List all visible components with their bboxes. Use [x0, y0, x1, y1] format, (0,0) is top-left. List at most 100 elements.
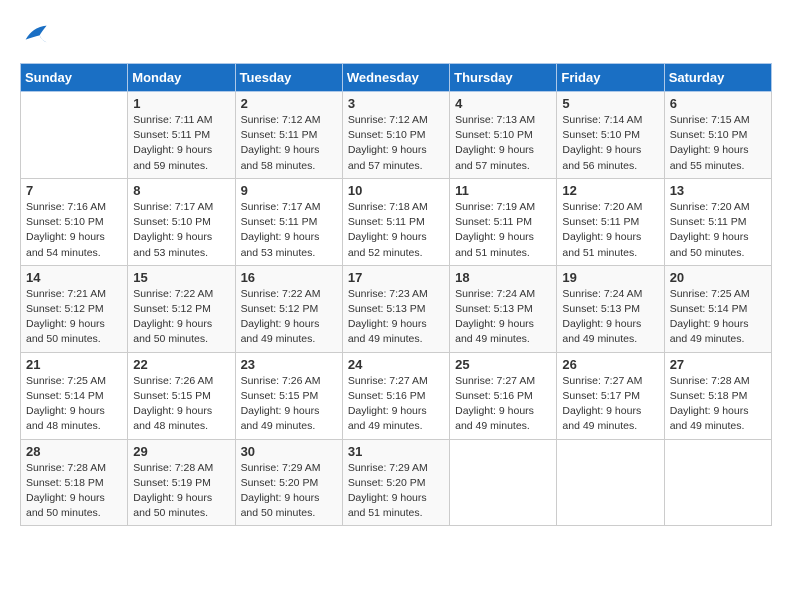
day-number: 15 [133, 270, 229, 285]
calendar-cell [557, 439, 664, 526]
calendar-cell: 28 Sunrise: 7:28 AMSunset: 5:18 PMDayligh… [21, 439, 128, 526]
page-header [20, 20, 772, 53]
day-number: 26 [562, 357, 658, 372]
weekday-header: Friday [557, 64, 664, 92]
day-number: 27 [670, 357, 766, 372]
calendar-cell: 5 Sunrise: 7:14 AMSunset: 5:10 PMDaylight… [557, 92, 664, 179]
weekday-header: Tuesday [235, 64, 342, 92]
weekday-header: Wednesday [342, 64, 449, 92]
day-info: Sunrise: 7:13 AMSunset: 5:10 PMDaylight:… [455, 113, 551, 174]
calendar-cell: 7 Sunrise: 7:16 AMSunset: 5:10 PMDaylight… [21, 178, 128, 265]
day-info: Sunrise: 7:24 AMSunset: 5:13 PMDaylight:… [562, 287, 658, 348]
calendar-cell: 13 Sunrise: 7:20 AMSunset: 5:11 PMDayligh… [664, 178, 771, 265]
day-info: Sunrise: 7:16 AMSunset: 5:10 PMDaylight:… [26, 200, 122, 261]
calendar-cell: 24Sunrise: 7:27 AMSunset: 5:16 PMDayligh… [342, 352, 449, 439]
logo-icon [20, 20, 48, 53]
day-number: 7 [26, 183, 122, 198]
day-number: 23 [241, 357, 337, 372]
day-info: Sunrise: 7:27 AMSunset: 5:16 PMDaylight:… [455, 374, 551, 435]
day-info: Sunrise: 7:29 AMSunset: 5:20 PMDaylight:… [348, 461, 444, 522]
day-number: 18 [455, 270, 551, 285]
calendar-cell: 31Sunrise: 7:29 AMSunset: 5:20 PMDayligh… [342, 439, 449, 526]
logo [20, 20, 52, 53]
day-info: Sunrise: 7:28 AMSunset: 5:19 PMDaylight:… [133, 461, 229, 522]
day-info: Sunrise: 7:24 AMSunset: 5:13 PMDaylight:… [455, 287, 551, 348]
day-number: 11 [455, 183, 551, 198]
day-number: 4 [455, 96, 551, 111]
day-number: 19 [562, 270, 658, 285]
day-info: Sunrise: 7:27 AMSunset: 5:16 PMDaylight:… [348, 374, 444, 435]
day-info: Sunrise: 7:22 AMSunset: 5:12 PMDaylight:… [133, 287, 229, 348]
day-number: 5 [562, 96, 658, 111]
day-number: 22 [133, 357, 229, 372]
day-info: Sunrise: 7:17 AMSunset: 5:11 PMDaylight:… [241, 200, 337, 261]
day-info: Sunrise: 7:25 AMSunset: 5:14 PMDaylight:… [26, 374, 122, 435]
calendar-header: SundayMondayTuesdayWednesdayThursdayFrid… [21, 64, 772, 92]
day-number: 9 [241, 183, 337, 198]
day-info: Sunrise: 7:15 AMSunset: 5:10 PMDaylight:… [670, 113, 766, 174]
calendar-cell: 23 Sunrise: 7:26 AMSunset: 5:15 PMDayligh… [235, 352, 342, 439]
calendar-cell: 10Sunrise: 7:18 AMSunset: 5:11 PMDayligh… [342, 178, 449, 265]
calendar-cell: 8Sunrise: 7:17 AMSunset: 5:10 PMDaylight… [128, 178, 235, 265]
day-info: Sunrise: 7:28 AMSunset: 5:18 PMDaylight:… [26, 461, 122, 522]
day-number: 29 [133, 444, 229, 459]
calendar-table: SundayMondayTuesdayWednesdayThursdayFrid… [20, 63, 772, 526]
day-number: 28 [26, 444, 122, 459]
calendar-cell: 12 Sunrise: 7:20 AMSunset: 5:11 PMDayligh… [557, 178, 664, 265]
calendar-cell: 1 Sunrise: 7:11 AMSunset: 5:11 PMDaylight… [128, 92, 235, 179]
day-info: Sunrise: 7:26 AMSunset: 5:15 PMDaylight:… [133, 374, 229, 435]
calendar-cell: 4 Sunrise: 7:13 AMSunset: 5:10 PMDaylight… [450, 92, 557, 179]
calendar-cell: 3 Sunrise: 7:12 AMSunset: 5:10 PMDaylight… [342, 92, 449, 179]
day-number: 14 [26, 270, 122, 285]
calendar-cell: 22 Sunrise: 7:26 AMSunset: 5:15 PMDayligh… [128, 352, 235, 439]
day-info: Sunrise: 7:22 AMSunset: 5:12 PMDaylight:… [241, 287, 337, 348]
calendar-cell: 6 Sunrise: 7:15 AMSunset: 5:10 PMDaylight… [664, 92, 771, 179]
day-number: 21 [26, 357, 122, 372]
calendar-cell: 27 Sunrise: 7:28 AMSunset: 5:18 PMDayligh… [664, 352, 771, 439]
calendar-cell: 11 Sunrise: 7:19 AMSunset: 5:11 PMDayligh… [450, 178, 557, 265]
weekday-header: Sunday [21, 64, 128, 92]
day-number: 1 [133, 96, 229, 111]
calendar-cell: 16 Sunrise: 7:22 AMSunset: 5:12 PMDayligh… [235, 265, 342, 352]
day-info: Sunrise: 7:20 AMSunset: 5:11 PMDaylight:… [670, 200, 766, 261]
calendar-cell: 2 Sunrise: 7:12 AMSunset: 5:11 PMDaylight… [235, 92, 342, 179]
day-info: Sunrise: 7:23 AMSunset: 5:13 PMDaylight:… [348, 287, 444, 348]
calendar-cell [450, 439, 557, 526]
day-number: 13 [670, 183, 766, 198]
day-number: 20 [670, 270, 766, 285]
weekday-header: Thursday [450, 64, 557, 92]
day-info: Sunrise: 7:27 AMSunset: 5:17 PMDaylight:… [562, 374, 658, 435]
day-info: Sunrise: 7:20 AMSunset: 5:11 PMDaylight:… [562, 200, 658, 261]
calendar-cell: 29 Sunrise: 7:28 AMSunset: 5:19 PMDayligh… [128, 439, 235, 526]
calendar-cell [21, 92, 128, 179]
day-info: Sunrise: 7:14 AMSunset: 5:10 PMDaylight:… [562, 113, 658, 174]
day-number: 10 [348, 183, 444, 198]
day-info: Sunrise: 7:25 AMSunset: 5:14 PMDaylight:… [670, 287, 766, 348]
day-info: Sunrise: 7:12 AMSunset: 5:10 PMDaylight:… [348, 113, 444, 174]
calendar-cell: 17 Sunrise: 7:23 AMSunset: 5:13 PMDayligh… [342, 265, 449, 352]
day-number: 8 [133, 183, 229, 198]
day-info: Sunrise: 7:28 AMSunset: 5:18 PMDaylight:… [670, 374, 766, 435]
day-number: 25 [455, 357, 551, 372]
calendar-cell: 25 Sunrise: 7:27 AMSunset: 5:16 PMDayligh… [450, 352, 557, 439]
day-info: Sunrise: 7:11 AMSunset: 5:11 PMDaylight:… [133, 113, 229, 174]
day-number: 2 [241, 96, 337, 111]
calendar-cell: 21 Sunrise: 7:25 AMSunset: 5:14 PMDayligh… [21, 352, 128, 439]
calendar-cell: 9 Sunrise: 7:17 AMSunset: 5:11 PMDaylight… [235, 178, 342, 265]
day-number: 12 [562, 183, 658, 198]
calendar-cell [664, 439, 771, 526]
day-number: 16 [241, 270, 337, 285]
weekday-header: Monday [128, 64, 235, 92]
day-number: 6 [670, 96, 766, 111]
day-info: Sunrise: 7:19 AMSunset: 5:11 PMDaylight:… [455, 200, 551, 261]
day-number: 3 [348, 96, 444, 111]
calendar-cell: 18 Sunrise: 7:24 AMSunset: 5:13 PMDayligh… [450, 265, 557, 352]
day-info: Sunrise: 7:29 AMSunset: 5:20 PMDaylight:… [241, 461, 337, 522]
calendar-cell: 15 Sunrise: 7:22 AMSunset: 5:12 PMDayligh… [128, 265, 235, 352]
calendar-cell: 14 Sunrise: 7:21 AMSunset: 5:12 PMDayligh… [21, 265, 128, 352]
weekday-header: Saturday [664, 64, 771, 92]
day-info: Sunrise: 7:26 AMSunset: 5:15 PMDaylight:… [241, 374, 337, 435]
day-info: Sunrise: 7:21 AMSunset: 5:12 PMDaylight:… [26, 287, 122, 348]
day-number: 17 [348, 270, 444, 285]
day-info: Sunrise: 7:12 AMSunset: 5:11 PMDaylight:… [241, 113, 337, 174]
